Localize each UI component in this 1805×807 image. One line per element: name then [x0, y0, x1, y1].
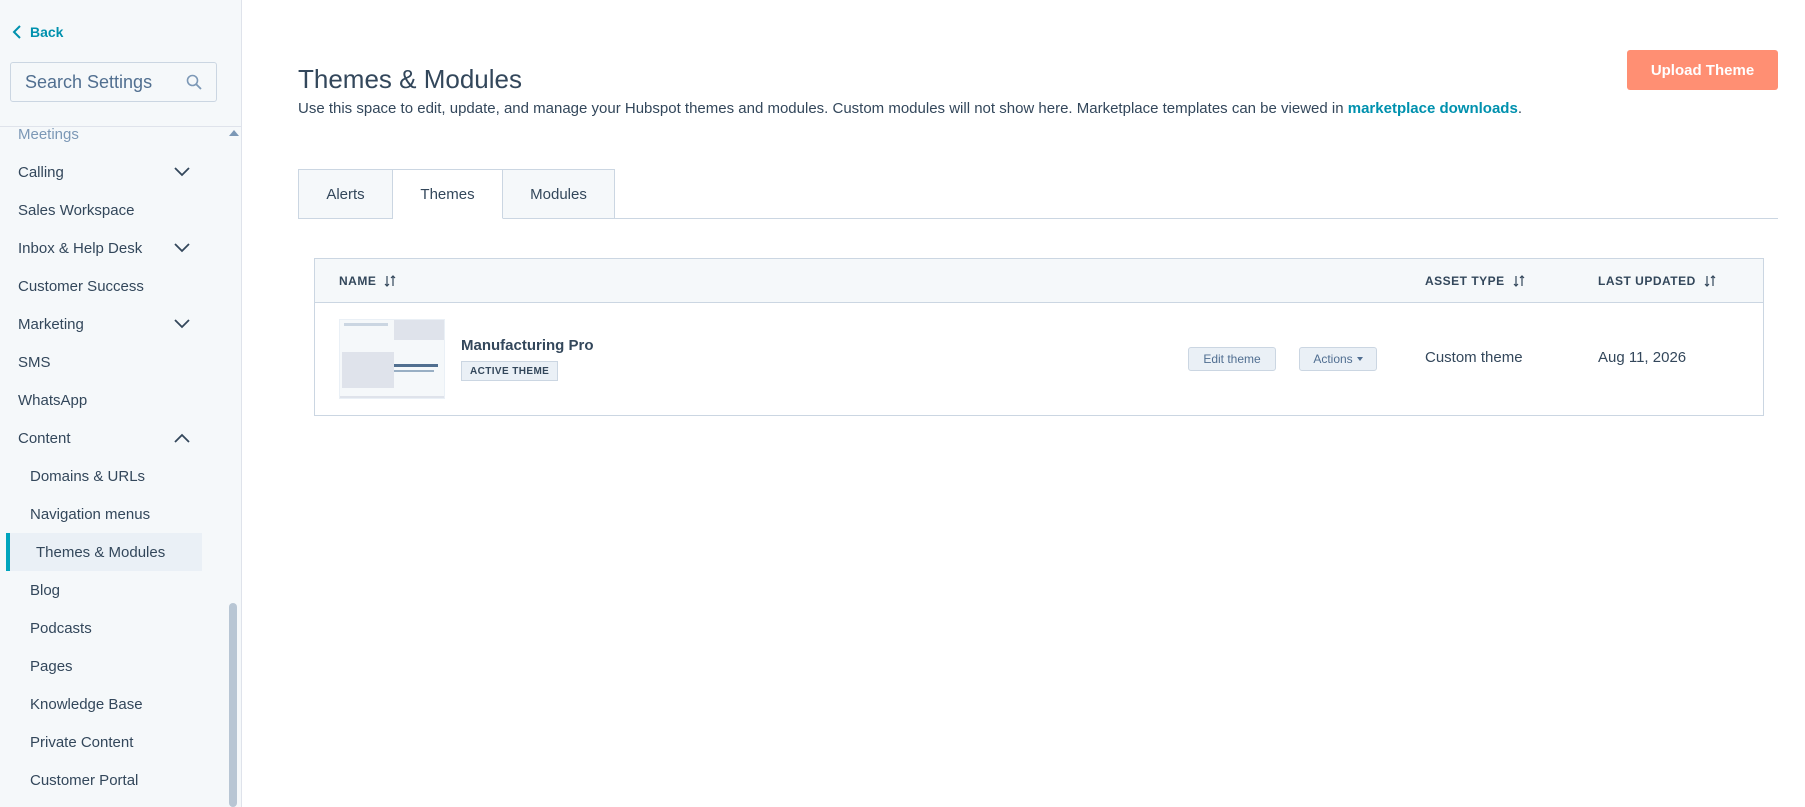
column-header-asset-type[interactable]: ASSET TYPE — [1425, 259, 1525, 303]
sidebar-item-label: Inbox & Help Desk — [18, 239, 143, 257]
search-input[interactable] — [25, 71, 186, 93]
sidebar-nav: Meetings Calling Sales Workspace Inbox &… — [0, 115, 230, 799]
search-box — [10, 62, 217, 102]
sidebar-subitem-blog[interactable]: Blog — [0, 571, 230, 609]
sidebar-subitem-customer-portal[interactable]: Customer Portal — [0, 761, 230, 799]
sidebar-item-calling[interactable]: Calling — [0, 153, 230, 191]
sidebar-item-label: Customer Success — [18, 277, 144, 295]
theme-name[interactable]: Manufacturing Pro — [461, 337, 594, 354]
last-updated-cell: Aug 11, 2026 — [1598, 349, 1687, 366]
sidebar-subitem-label: Private Content — [30, 733, 134, 751]
tab-modules[interactable]: Modules — [503, 169, 615, 219]
sidebar-item-marketing[interactable]: Marketing — [0, 305, 230, 343]
chevron-up-icon[interactable] — [174, 433, 190, 443]
sidebar-subitem-podcasts[interactable]: Podcasts — [0, 609, 230, 647]
page-title: Themes & Modules — [298, 64, 522, 94]
column-header-name[interactable]: NAME — [339, 259, 396, 303]
chevron-down-icon[interactable] — [174, 243, 190, 253]
sidebar-subitem-label: Blog — [30, 581, 61, 599]
sidebar-item-label: Content — [18, 429, 71, 447]
sidebar-subitem-label: Pages — [30, 657, 73, 675]
search-divider — [0, 126, 241, 127]
sort-icon — [1513, 275, 1525, 287]
chevron-left-icon — [12, 25, 21, 39]
tab-alerts[interactable]: Alerts — [298, 169, 393, 219]
themes-table: NAME ASSET TYPE LAST UPDATED Manufacturi… — [314, 258, 1764, 416]
sidebar-item-sales-workspace[interactable]: Sales Workspace — [0, 191, 230, 229]
chevron-down-icon[interactable] — [174, 167, 190, 177]
tab-themes[interactable]: Themes — [393, 169, 503, 219]
sidebar-subitem-label: Themes & Modules — [36, 543, 166, 561]
main-content: Themes & Modules Use this space to edit,… — [242, 0, 1805, 807]
sidebar-item-label: SMS — [18, 353, 51, 371]
settings-sidebar: Back Meetings Calling Sales Workspace In… — [0, 0, 242, 807]
sidebar-subitem-label: Customer Portal — [30, 771, 139, 789]
sidebar-item-whatsapp[interactable]: WhatsApp — [0, 381, 230, 419]
theme-thumbnail[interactable] — [339, 319, 445, 399]
asset-type-cell: Custom theme — [1425, 349, 1523, 366]
sidebar-item-sms[interactable]: SMS — [0, 343, 230, 381]
sort-icon — [384, 275, 396, 287]
scroll-up-arrow-icon[interactable] — [229, 130, 239, 136]
sidebar-subitem-navigation-menus[interactable]: Navigation menus — [0, 495, 230, 533]
column-header-label: NAME — [339, 274, 377, 288]
sidebar-item-label: Sales Workspace — [18, 201, 135, 219]
chevron-down-icon[interactable] — [174, 319, 190, 329]
sidebar-subitem-pages[interactable]: Pages — [0, 647, 230, 685]
sidebar-subitem-label: Knowledge Base — [30, 695, 143, 713]
actions-dropdown-button[interactable]: Actions — [1299, 347, 1377, 371]
sidebar-subitem-themes-modules[interactable]: Themes & Modules — [6, 533, 202, 571]
sidebar-item-inbox-help-desk[interactable]: Inbox & Help Desk — [0, 229, 230, 267]
back-label: Back — [30, 24, 64, 40]
actions-label: Actions — [1313, 352, 1353, 366]
tab-underline — [615, 218, 1778, 219]
sidebar-subitem-knowledge-base[interactable]: Knowledge Base — [0, 685, 230, 723]
sidebar-subitem-private-content[interactable]: Private Content — [0, 723, 230, 761]
active-theme-badge: ACTIVE THEME — [461, 361, 559, 381]
sidebar-item-content[interactable]: Content — [0, 419, 230, 457]
subtitle-text: Use this space to edit, update, and mana… — [298, 100, 1348, 117]
page-subtitle: Use this space to edit, update, and mana… — [298, 100, 1522, 117]
edit-theme-button[interactable]: Edit theme — [1188, 347, 1276, 371]
sidebar-scrollbar-thumb[interactable] — [229, 603, 237, 807]
sidebar-subitem-label: Podcasts — [30, 619, 92, 637]
column-header-label: LAST UPDATED — [1598, 274, 1696, 288]
marketplace-downloads-link[interactable]: marketplace downloads — [1348, 100, 1518, 117]
sidebar-item-label: Meetings — [18, 125, 79, 143]
sidebar-item-customer-success[interactable]: Customer Success — [0, 267, 230, 305]
sidebar-subitem-label: Navigation menus — [30, 505, 151, 523]
subtitle-end: . — [1517, 100, 1522, 117]
sidebar-item-label: Marketing — [18, 315, 84, 333]
tab-bar: Alerts Themes Modules — [298, 169, 615, 219]
table-header: NAME ASSET TYPE LAST UPDATED — [315, 259, 1763, 303]
search-icon[interactable] — [186, 74, 202, 90]
sidebar-item-label: Calling — [18, 163, 64, 181]
upload-theme-button[interactable]: Upload Theme — [1627, 50, 1778, 90]
column-header-last-updated[interactable]: LAST UPDATED — [1598, 259, 1716, 303]
table-row: Manufacturing Pro ACTIVE THEME Edit them… — [315, 303, 1763, 415]
sidebar-subitem-label: Domains & URLs — [30, 467, 146, 485]
column-header-label: ASSET TYPE — [1425, 274, 1505, 288]
caret-down-icon — [1356, 357, 1363, 361]
sidebar-subitem-domains-urls[interactable]: Domains & URLs — [0, 457, 230, 495]
sidebar-item-meetings[interactable]: Meetings — [0, 115, 230, 153]
sidebar-item-label: WhatsApp — [18, 391, 88, 409]
sort-icon — [1704, 275, 1716, 287]
back-link[interactable]: Back — [12, 24, 63, 40]
